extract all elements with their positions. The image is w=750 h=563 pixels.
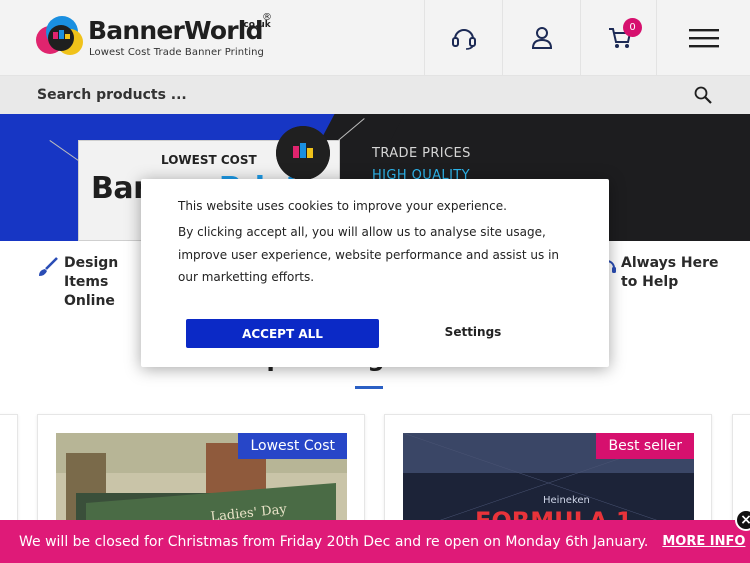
cookie-title: This website uses cookies to improve you… xyxy=(178,199,507,213)
brush-icon xyxy=(39,257,58,276)
feature-design-line1: Design xyxy=(64,255,119,271)
close-icon[interactable]: × xyxy=(735,509,750,531)
feature-design-line2: Items xyxy=(64,274,109,290)
search-icon[interactable] xyxy=(692,84,714,106)
cart-count-badge: 0 xyxy=(623,18,642,37)
feature-always-here: Always Here to Help xyxy=(621,254,719,292)
site-header: BannerWorld .co.uk ® Lowest Cost Trade B… xyxy=(0,0,750,76)
menu-button[interactable] xyxy=(656,0,750,76)
feature-design-online: Design Items Online xyxy=(64,254,118,311)
product-tag: Best seller xyxy=(596,433,694,459)
hero-logo-icon xyxy=(276,126,330,180)
support-button[interactable] xyxy=(424,0,502,76)
logo-tagline: Lowest Cost Trade Banner Printing xyxy=(89,47,264,58)
site-logo[interactable]: BannerWorld .co.uk ® Lowest Cost Trade B… xyxy=(36,12,276,64)
logo-mark-icon xyxy=(36,16,83,55)
headset-icon xyxy=(451,29,476,50)
product-photo-sponsor: Heineken xyxy=(543,495,590,506)
announcement-bar: We will be closed for Christmas from Fri… xyxy=(0,520,750,563)
section-underline xyxy=(355,386,383,389)
accept-all-button[interactable]: ACCEPT ALL xyxy=(186,319,379,348)
account-button[interactable] xyxy=(502,0,580,76)
feature-design-line3: Online xyxy=(64,293,115,309)
cookie-settings-button[interactable]: Settings xyxy=(431,321,515,343)
logo-tld: .co.uk xyxy=(240,20,271,30)
product-image[interactable]: Ladies' Day Lowest Cost xyxy=(56,433,347,533)
search-input[interactable] xyxy=(0,76,690,114)
menu-icon xyxy=(688,29,719,48)
cookie-consent-dialog: This website uses cookies to improve you… xyxy=(141,179,609,367)
more-info-link[interactable]: MORE INFO xyxy=(662,534,745,549)
user-icon xyxy=(531,27,552,49)
hero-tagline-1: TRADE PRICES xyxy=(372,146,471,161)
feature-help-line1: Always Here xyxy=(621,255,719,271)
feature-help-line2: to Help xyxy=(621,274,679,290)
cookie-body: By clicking accept all, you will allow u… xyxy=(178,225,560,284)
product-tag: Lowest Cost xyxy=(238,433,347,459)
banner-small-text: LOWEST COST xyxy=(161,153,257,167)
logo-registered-mark: ® xyxy=(262,12,272,23)
announcement-text: We will be closed for Christmas from Fri… xyxy=(19,533,649,550)
search-bar xyxy=(0,76,750,114)
product-image[interactable]: Heineken FORMULA 1 Best seller xyxy=(403,433,694,533)
logo-wordmark: BannerWorld xyxy=(88,16,263,45)
cart-button[interactable]: 0 xyxy=(580,0,658,76)
